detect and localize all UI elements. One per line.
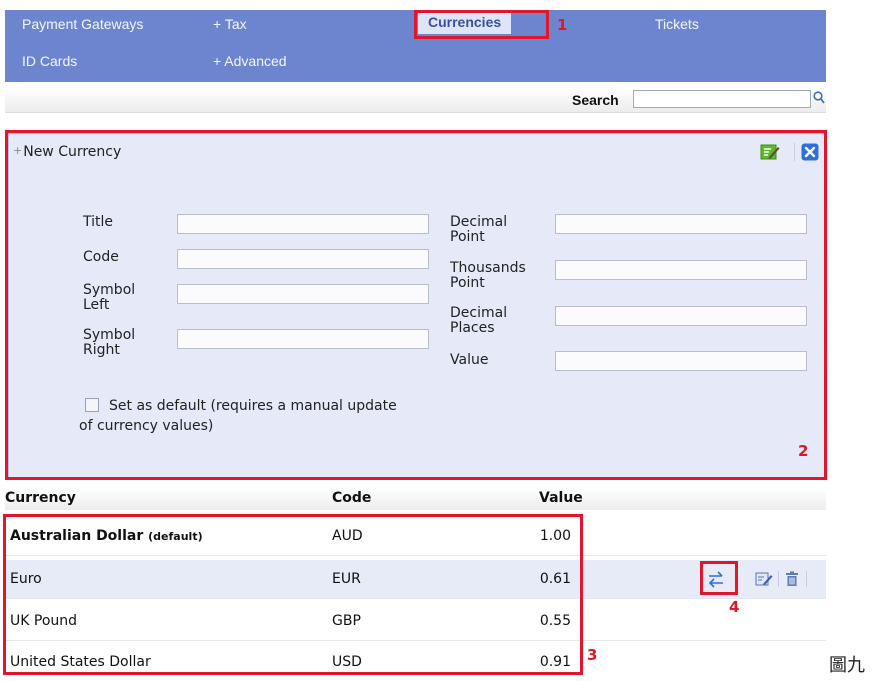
value-field[interactable]: [555, 351, 807, 371]
annotation-number-2: 2: [798, 442, 809, 460]
admin-nav-bar: Payment Gateways + Tax Currencies Ticket…: [5, 10, 826, 82]
decimal-places-label: Decimal Places: [450, 305, 508, 336]
title-label: Title: [83, 214, 114, 230]
nav-advanced[interactable]: + Advanced: [213, 53, 287, 69]
table-row[interactable]: United States Dollar USD 0.91: [5, 643, 826, 681]
save-icon[interactable]: [760, 143, 780, 165]
nav-tax[interactable]: + Tax: [213, 16, 247, 32]
symbol-left-label: Symbol Left: [83, 282, 136, 313]
currency-name: Australian Dollar (default): [10, 528, 203, 544]
action-divider: [806, 571, 807, 587]
symbol-left-field[interactable]: [177, 284, 429, 304]
currency-name: Euro: [10, 571, 42, 587]
magnifier-icon[interactable]: [813, 91, 825, 109]
default-checkbox-label: Set as default (requires a manual update…: [79, 398, 397, 434]
currency-name: United States Dollar: [10, 654, 151, 670]
panel-title[interactable]: +New Currency: [13, 144, 121, 160]
icon-divider: [794, 143, 795, 161]
currency-value: 0.61: [539, 571, 571, 587]
symbol-right-label: Symbol Right: [83, 327, 136, 358]
nav-id-cards[interactable]: ID Cards: [22, 53, 77, 69]
currency-value: 0.55: [539, 613, 571, 629]
decimal-places-field[interactable]: [555, 306, 807, 326]
currency-name: UK Pound: [10, 613, 78, 629]
symbol-right-field[interactable]: [177, 329, 429, 349]
table-row[interactable]: UK Pound GBP 0.55: [5, 602, 826, 641]
action-divider: [778, 571, 779, 587]
table-header: Currency Code Value: [5, 488, 826, 510]
currency-value: 0.91: [539, 654, 571, 670]
code-field[interactable]: [177, 249, 429, 269]
column-header-currency[interactable]: Currency: [5, 490, 76, 506]
figure-caption: 圖九: [829, 655, 865, 676]
currency-code: AUD: [332, 528, 363, 544]
default-badge: (default): [148, 530, 203, 543]
search-label: Search: [572, 92, 619, 108]
table-row[interactable]: Australian Dollar (default) AUD 1.00: [5, 517, 826, 556]
currency-value: 1.00: [539, 528, 571, 544]
table-row[interactable]: Euro EUR 0.61: [5, 560, 826, 599]
currency-code: GBP: [332, 613, 361, 629]
column-header-code[interactable]: Code: [332, 490, 371, 506]
annotation-number-4: 4: [729, 598, 740, 616]
annotation-number-3: 3: [587, 646, 598, 664]
new-currency-panel: +New Currency Title Code Symbol Left Sym…: [8, 133, 825, 479]
delete-icon[interactable]: [785, 571, 799, 591]
code-label: Code: [83, 249, 119, 265]
decimal-point-label: Decimal Point: [450, 214, 508, 245]
search-input[interactable]: [633, 90, 811, 108]
decimal-point-field[interactable]: [555, 214, 807, 234]
close-icon[interactable]: [801, 143, 819, 165]
annotation-number-1: 1: [557, 16, 568, 34]
search-bar: Search: [5, 88, 826, 113]
update-rate-icon[interactable]: [705, 568, 727, 594]
currency-code: USD: [332, 654, 362, 670]
edit-icon[interactable]: [755, 571, 773, 591]
nav-currencies[interactable]: Currencies: [418, 12, 512, 34]
thousands-point-label: Thousands Point: [450, 260, 526, 291]
nav-payment-gateways[interactable]: Payment Gateways: [22, 16, 143, 32]
currency-code: EUR: [332, 571, 361, 587]
thousands-point-field[interactable]: [555, 260, 807, 280]
expand-plus-icon: +: [13, 144, 23, 157]
title-field[interactable]: [177, 214, 429, 234]
value-label: Value: [450, 352, 489, 368]
column-header-value[interactable]: Value: [539, 490, 583, 506]
nav-tickets[interactable]: Tickets: [655, 16, 699, 32]
